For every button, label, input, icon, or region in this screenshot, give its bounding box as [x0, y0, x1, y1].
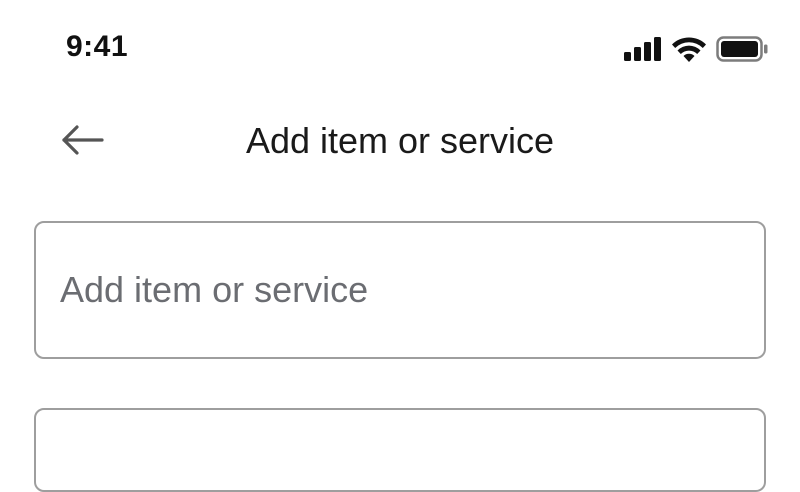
header: Add item or service: [0, 110, 800, 174]
second-field-container: [34, 408, 766, 492]
status-time: 9:41: [66, 30, 129, 63]
cellular-signal-icon: [624, 37, 662, 61]
battery-icon: [716, 36, 768, 62]
second-input[interactable]: [60, 410, 740, 490]
status-icons: [624, 34, 768, 64]
item-name-input[interactable]: [60, 223, 740, 357]
page-title: Add item or service: [245, 120, 555, 161]
wifi-icon: [672, 36, 706, 62]
item-field-container: [34, 221, 766, 359]
status-bar: 9:41: [0, 0, 800, 100]
